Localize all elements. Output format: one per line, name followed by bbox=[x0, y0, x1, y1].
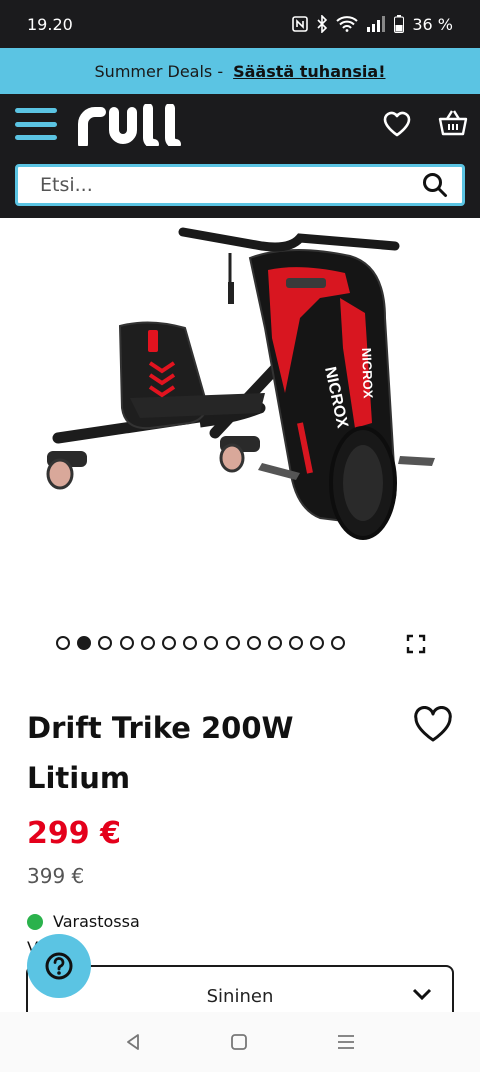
carousel-dot[interactable] bbox=[161, 636, 176, 650]
in-stock-dot-icon bbox=[27, 913, 43, 930]
product-old-price: 399 € bbox=[27, 864, 85, 888]
product-price: 299 € bbox=[27, 816, 121, 851]
carousel-dot[interactable] bbox=[98, 636, 113, 650]
add-to-wishlist-heart-icon[interactable] bbox=[412, 706, 454, 744]
status-bar: 19.20 36 % bbox=[0, 0, 480, 48]
back-icon[interactable] bbox=[124, 1033, 142, 1051]
search-field[interactable] bbox=[15, 164, 465, 206]
home-icon[interactable] bbox=[230, 1033, 248, 1051]
carousel-dot[interactable] bbox=[183, 636, 198, 650]
help-button[interactable] bbox=[27, 934, 91, 998]
carousel-dots bbox=[56, 636, 346, 650]
svg-text:NICROX: NICROX bbox=[359, 348, 376, 399]
product-image[interactable]: NICROX NICROX bbox=[0, 218, 480, 618]
carousel-dot[interactable] bbox=[267, 636, 282, 650]
promo-banner: Summer Deals - Säästä tuhansia! bbox=[0, 48, 480, 94]
stock-text: Varastossa bbox=[53, 912, 140, 931]
wishlist-heart-icon[interactable] bbox=[382, 110, 412, 138]
fullscreen-icon[interactable] bbox=[406, 634, 426, 654]
carousel-dot[interactable] bbox=[310, 636, 325, 650]
carousel-dot[interactable] bbox=[140, 636, 155, 650]
search-icon[interactable] bbox=[422, 172, 448, 198]
wifi-icon bbox=[336, 16, 359, 32]
nfc-icon bbox=[292, 16, 309, 32]
battery-percent: 36 % bbox=[412, 14, 453, 34]
battery-icon bbox=[394, 15, 405, 33]
carousel-dot[interactable] bbox=[119, 636, 134, 650]
carousel-dot[interactable] bbox=[225, 636, 240, 650]
carousel-dot[interactable] bbox=[56, 636, 70, 650]
help-question-icon bbox=[45, 952, 73, 980]
signal-icon bbox=[367, 16, 386, 32]
menu-icon[interactable] bbox=[15, 108, 57, 140]
site-header bbox=[0, 94, 480, 218]
promo-link[interactable]: Säästä tuhansia! bbox=[233, 62, 385, 81]
variant-select-value: Sininen bbox=[206, 985, 274, 1007]
product-title: Drift Trike 200W Litium bbox=[27, 711, 294, 795]
promo-text: Summer Deals - bbox=[94, 61, 224, 81]
bluetooth-icon bbox=[317, 15, 328, 33]
carousel-dot[interactable] bbox=[204, 636, 219, 650]
carousel-dot[interactable] bbox=[289, 636, 304, 650]
recents-icon[interactable] bbox=[336, 1033, 356, 1051]
chevron-down-icon bbox=[412, 988, 432, 1001]
rull-logo[interactable] bbox=[78, 104, 196, 146]
carousel-dot-active[interactable] bbox=[77, 636, 92, 650]
carousel-dot[interactable] bbox=[246, 636, 261, 650]
basket-icon[interactable] bbox=[438, 109, 468, 137]
carousel-dot[interactable] bbox=[331, 636, 346, 650]
stock-status: Varastossa bbox=[27, 912, 140, 931]
system-nav-bar bbox=[0, 1012, 480, 1072]
search-input[interactable] bbox=[40, 174, 422, 196]
status-time: 19.20 bbox=[27, 14, 73, 34]
